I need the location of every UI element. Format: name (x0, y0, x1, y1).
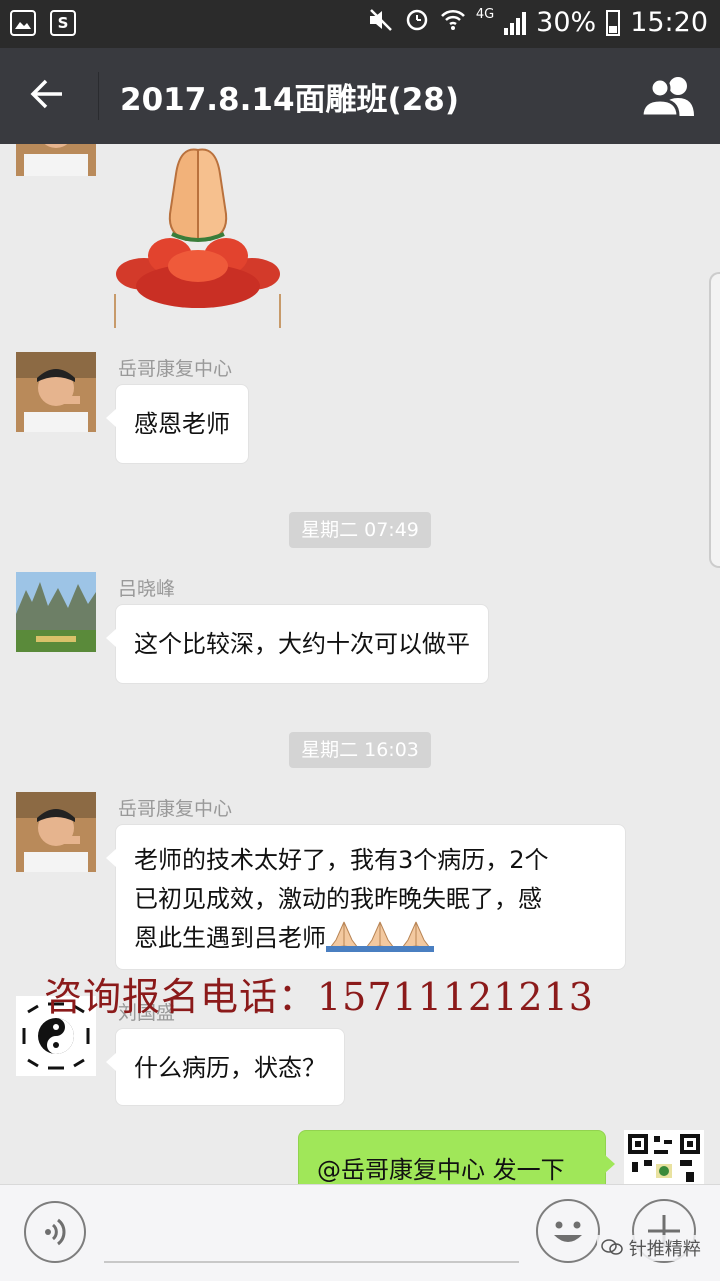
message-bubble[interactable]: 感恩老师 (106, 384, 249, 464)
group-members-icon[interactable] (640, 74, 700, 118)
brand-watermark: 针推精粹 (597, 1235, 705, 1261)
wechat-logo-icon (601, 1239, 629, 1260)
avatar[interactable] (16, 572, 96, 652)
mute-icon (368, 8, 394, 38)
wifi-icon (440, 7, 466, 38)
chat-title: 2017.8.14面雕班(28) (120, 82, 460, 118)
message-text: 这个比较深，大约十次可以做平 (134, 630, 470, 658)
message-bubble[interactable]: 老师的技术太好了，我有3个病历，2个 已初见成效，激动的我昨晚失眠了，感 恩此生… (106, 824, 626, 970)
message-text-line: 恩此生遇到吕老师 (134, 924, 326, 952)
avatar[interactable] (16, 144, 96, 176)
message-bubble[interactable]: 什么病历，状态？ (106, 1028, 345, 1106)
status-bar: S 4G 30% 15:20 (0, 0, 720, 48)
consult-phone-overlay: 咨询报名电话：15711121213 (44, 975, 594, 1019)
s-app-icon: S (50, 10, 76, 36)
chat-area[interactable]: 岳哥康复中心 感恩老师 星期二 07:49 吕晓峰 这个比较深，大约十次可以做平… (0, 144, 720, 1184)
back-arrow-icon[interactable] (26, 74, 70, 118)
voice-icon[interactable] (24, 1201, 86, 1263)
alarm-icon (404, 6, 430, 39)
message-text-line: 已初见成效，激动的我昨晚失眠了，感 (134, 885, 542, 913)
timestamp: 星期二 07:49 (289, 512, 431, 548)
emoji-icon[interactable] (536, 1199, 600, 1263)
timestamp: 星期二 16:03 (289, 732, 431, 768)
battery-percent: 30% (536, 7, 597, 38)
message-text-line: 老师的技术太好了，我有3个病历，2个 (134, 846, 549, 874)
avatar[interactable] (16, 352, 96, 432)
message-input[interactable] (104, 1261, 519, 1263)
image-icon (10, 10, 36, 36)
message-bubble[interactable]: 这个比较深，大约十次可以做平 (106, 604, 489, 684)
battery-icon (606, 9, 621, 36)
message-text: @岳哥康复中心 发一下 (317, 1156, 565, 1184)
header-divider (98, 72, 99, 120)
message-text: 感恩老师 (134, 410, 230, 438)
brand-name: 针推精粹 (628, 1239, 701, 1260)
signal-icon (504, 11, 527, 35)
sender-name: 岳哥康复中心 (118, 798, 233, 820)
my-avatar-qr-code[interactable] (624, 1130, 704, 1184)
sender-name: 吕晓峰 (118, 578, 176, 600)
sender-name: 岳哥康复中心 (118, 358, 233, 380)
chat-header: 2017.8.14面雕班(28) (0, 48, 720, 144)
input-bar: 针推精粹 (0, 1184, 720, 1281)
praying-hands-lotus-image[interactable] (114, 144, 282, 328)
clock: 15:20 (630, 7, 708, 38)
praying-hands-icon (326, 920, 434, 964)
my-message-bubble[interactable]: @岳哥康复中心 发一下 (298, 1130, 615, 1184)
network-type: 4G (475, 7, 495, 22)
avatar[interactable] (16, 792, 96, 872)
scrollbar-edge[interactable] (709, 272, 720, 568)
message-text: 什么病历，状态？ (134, 1054, 326, 1082)
